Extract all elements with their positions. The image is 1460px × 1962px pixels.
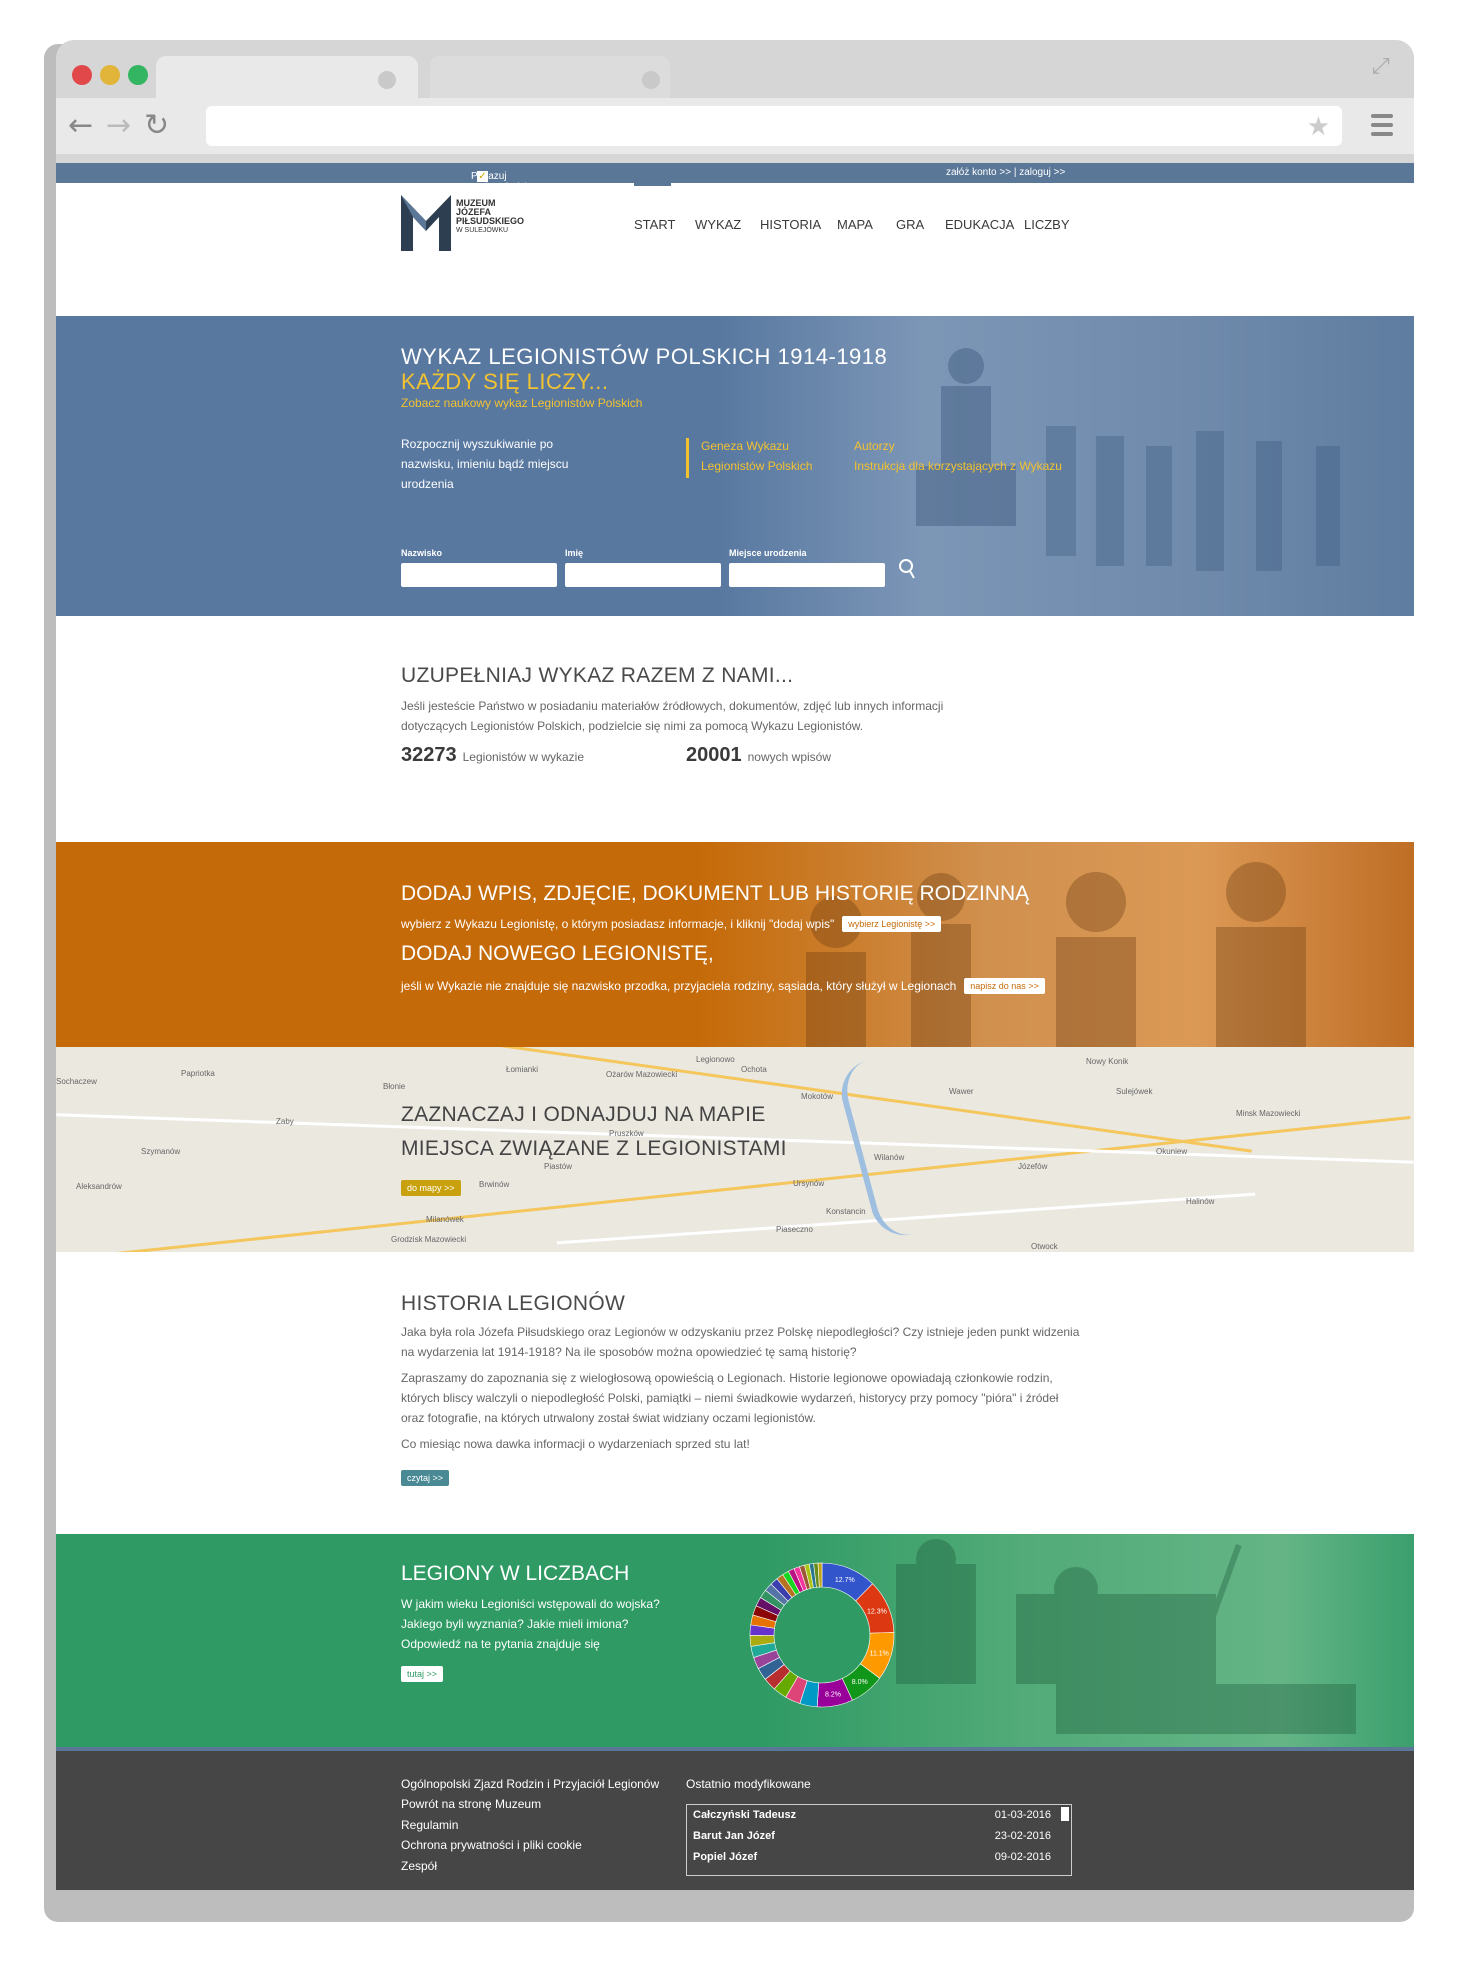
hero-subtitle: KAŻDY SIĘ LICZY... [401, 369, 609, 394]
recent-list: Całczyński Tadeusz 01-03-2016 Barut Jan J… [686, 1804, 1072, 1876]
history-p1: Jaka była rola Józefa Piłsudskiego oraz … [401, 1325, 1080, 1359]
donut-slice-label: 8.0% [852, 1679, 868, 1686]
logo-m-icon [401, 195, 451, 251]
contribute-section: UZUPEŁNIAJ WYKAZ RAZEM Z NAMI... Jeśli j… [56, 616, 1414, 842]
name-input[interactable] [565, 563, 721, 587]
statistics-donut-chart[interactable]: 12.7% 12.3% 11.1% 8.0% 8.2% [749, 1562, 895, 1708]
history-p3: Co miesiąc nowa dawka informacji o wydar… [401, 1437, 750, 1451]
expand-icon[interactable]: ⤢ [1372, 54, 1390, 79]
hero-tagline[interactable]: Zobacz naukowy wykaz Legionistów Polskic… [401, 396, 642, 410]
reload-icon[interactable]: ↻ [144, 111, 169, 141]
forward-arrow-icon[interactable]: → [106, 111, 131, 141]
legionnaires-count: 32273 Legionistów w wykazie [401, 744, 585, 766]
add-new-title: DODAJ NOWEGO LEGIONISTĘ, [401, 942, 714, 965]
browser-tab-active[interactable] [156, 56, 418, 100]
add-entry-text: wybierz z Wykazu Legionistę, o którym po… [401, 916, 942, 932]
scrollbar[interactable] [1061, 1807, 1069, 1821]
back-arrow-icon[interactable]: ← [68, 111, 93, 141]
surname-input[interactable] [401, 563, 557, 587]
utility-bar: Pokazuj podpowiedzi✓ załóż konto >> | za… [56, 163, 1414, 193]
maximize-window-icon[interactable] [128, 65, 148, 85]
search-icon[interactable] [898, 558, 916, 580]
history-p2: Zapraszamy do zapoznania się z wielogłos… [401, 1371, 1059, 1425]
donut-slice-label: 8.2% [825, 1691, 841, 1698]
soldiers-photo [696, 842, 1414, 1047]
footer-link-team[interactable]: Zespół [401, 1859, 437, 1873]
history-section: HISTORIA LEGIONÓW Jaka była rola Józefa … [56, 1252, 1414, 1534]
donut-slice-label: 12.3% [867, 1608, 887, 1615]
numbers-questions: W jakim wieku Legioniści wstępowali do w… [401, 1597, 660, 1651]
hero-title: WYKAZ LEGIONISTÓW POLSKICH 1914-1918 [401, 344, 888, 369]
browser-tab[interactable] [430, 56, 670, 100]
contribute-title: UZUPEŁNIAJ WYKAZ RAZEM Z NAMI... [401, 664, 794, 687]
recent-item[interactable]: Popiel Józef 09-02-2016 [693, 1851, 1051, 1863]
surname-label: Nazwisko [401, 548, 443, 558]
browser-mockup: ⤢ ← → ↻ ★ Pokazuj podpowiedzi✓ załóż kon… [0, 0, 1460, 1962]
authors-link[interactable]: Autorzy Instrukcja dla korzystających z W… [854, 436, 1062, 476]
nav-edukacja[interactable]: EDUKACJA [945, 217, 1014, 232]
browser-window: ⤢ ← → ↻ ★ Pokazuj podpowiedzi✓ załóż kon… [56, 40, 1414, 1890]
genesis-link[interactable]: Geneza Wykazu Legionistów Polskich [701, 436, 812, 476]
nav-gra[interactable]: GRA [896, 217, 924, 232]
choose-legionnaire-button[interactable]: wybierz Legionistę >> [842, 916, 942, 932]
site-header: MUZEUM JÓZEFA PIŁSUDSKIEGO W SULEJÓWKU STAR… [56, 183, 1414, 273]
map-title-line2: MIEJSCA ZWIĄZANE Z LEGIONISTAMI [401, 1137, 787, 1160]
site-footer: Ogólnopolski Zjazd Rodzin i Przyjaciół L… [56, 1747, 1414, 1890]
links-divider [686, 438, 689, 478]
nav-historia[interactable]: HISTORIA [760, 217, 821, 232]
hamburger-menu-icon[interactable] [1371, 114, 1393, 141]
new-entries-count: 20001 nowych wpisów [686, 744, 831, 766]
museum-logo[interactable]: MUZEUM JÓZEFA PIŁSUDSKIEGO W SULEJÓWKU [401, 195, 531, 255]
nav-liczby[interactable]: LICZBY [1024, 217, 1070, 232]
minimize-window-icon[interactable] [100, 65, 120, 85]
map-title-line1: ZAZNACZAJ I ODNAJDUJ NA MAPIE [401, 1103, 766, 1126]
recent-item[interactable]: Całczyński Tadeusz 01-03-2016 [693, 1809, 1051, 1821]
write-to-us-button[interactable]: napisz do nas >> [964, 978, 1045, 994]
recent-item[interactable]: Barut Jan Józef 23-02-2016 [693, 1830, 1051, 1842]
read-more-button[interactable]: czytaj >> [401, 1470, 450, 1486]
footer-link-terms[interactable]: Regulamin [401, 1818, 458, 1832]
hero-search-section: WYKAZ LEGIONISTÓW POLSKICH 1914-1918 KAŻ… [56, 316, 1414, 616]
donut-slice-label: 12.7% [835, 1577, 855, 1584]
close-window-icon[interactable] [72, 65, 92, 85]
search-intro: Rozpocznij wyszukiwanie po nazwisku, imi… [401, 437, 569, 491]
go-to-map-button[interactable]: do mapy >> [401, 1180, 461, 1196]
numbers-section: LEGIONY W LICZBACH W jakim wieku Legioni… [56, 1534, 1414, 1747]
footer-link-privacy[interactable]: Ochrona prywatności i pliki cookie [401, 1838, 582, 1852]
logo-text: MUZEUM JÓZEFA PIŁSUDSKIEGO W SULEJÓWKU [456, 198, 525, 235]
nav-wykaz[interactable]: WYKAZ [695, 217, 741, 232]
footer-link-rally[interactable]: Ogólnopolski Zjazd Rodzin i Przyjaciół L… [401, 1777, 659, 1791]
add-entry-section: DODAJ WPIS, ZDJĘCIE, DOKUMENT LUB HISTOR… [56, 842, 1414, 1047]
donut-slice-label: 11.1% [870, 1650, 889, 1657]
nav-start[interactable]: START [634, 217, 675, 232]
history-title: HISTORIA LEGIONÓW [401, 1292, 626, 1315]
name-label: Imię [565, 548, 584, 558]
footer-link-museum[interactable]: Powrót na stronę Muzeum [401, 1797, 541, 1811]
web-page: Pokazuj podpowiedzi✓ załóż konto >> | za… [56, 163, 1414, 1890]
map-section[interactable]: Papriotka Łomianki Ochota Mokotów Wawer … [56, 1047, 1414, 1252]
bookmark-star-icon[interactable]: ★ [1307, 112, 1330, 142]
nav-mapa[interactable]: MAPA [837, 217, 873, 232]
donut-hole [775, 1588, 869, 1682]
address-bar[interactable]: ★ [206, 106, 1342, 146]
account-links[interactable]: załóż konto >> | zaloguj >> [946, 167, 1065, 178]
add-entry-title: DODAJ WPIS, ZDJĘCIE, DOKUMENT LUB HISTOR… [401, 882, 1030, 905]
browser-toolbar: ← → ↻ ★ [56, 98, 1414, 154]
birthplace-input[interactable] [729, 563, 885, 587]
birthplace-label: Miejsce urodzenia [729, 548, 807, 558]
here-button[interactable]: tutaj >> [401, 1666, 444, 1682]
active-indicator [634, 183, 671, 186]
hints-checkbox[interactable]: ✓ [477, 171, 488, 182]
add-new-text: jeśli w Wykazie nie znajduje się nazwisk… [401, 978, 1045, 994]
contribute-text: Jeśli jesteście Państwo w posiadaniu mat… [401, 699, 944, 733]
numbers-title: LEGIONY W LICZBACH [401, 1562, 630, 1585]
recent-title: Ostatnio modyfikowane [686, 1777, 811, 1791]
